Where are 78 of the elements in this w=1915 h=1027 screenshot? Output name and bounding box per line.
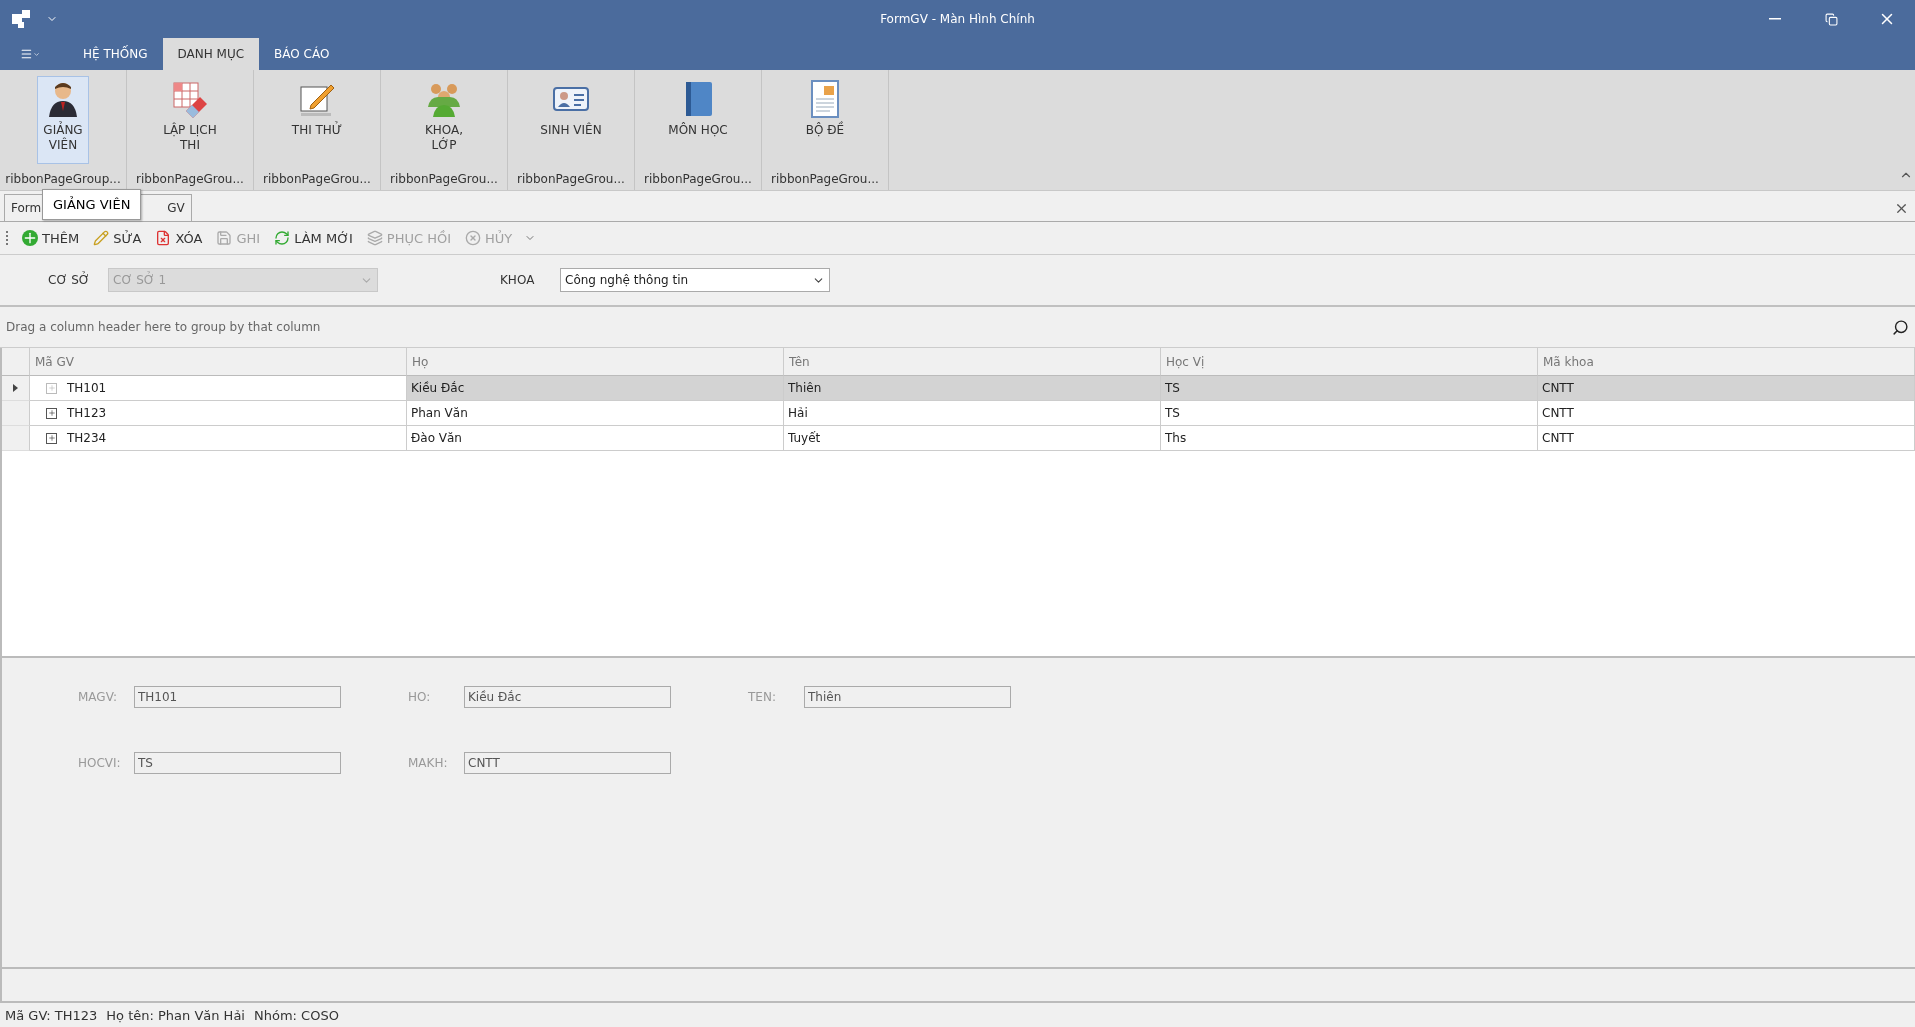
table-cell: CNTT — [1538, 376, 1915, 401]
ribbon-button[interactable]: MÔN HỌC — [662, 76, 734, 164]
toolbar-button[interactable]: SỬA — [91, 228, 144, 248]
app-logo-icon — [12, 10, 32, 28]
filter-label: KHOA — [500, 273, 536, 287]
tab-label: GV — [167, 201, 185, 215]
table-cell: Kiều Đắc — [407, 376, 784, 401]
group-caption: ribbonPageGrou... — [771, 172, 879, 186]
tab-label: Form — [11, 201, 42, 215]
toolbar-button[interactable]: LÀM MỚI — [272, 228, 355, 248]
table-cell: CNTT — [1538, 426, 1915, 451]
ribbon-button[interactable]: BỘ ĐỀ — [799, 76, 851, 164]
table-cell: Tuyết — [784, 426, 1161, 451]
column-header[interactable]: Học Vị — [1161, 348, 1538, 376]
input-field[interactable]: CNTT — [464, 752, 671, 774]
column-header[interactable]: Tên — [784, 348, 1161, 376]
cell-text: TH123 — [67, 406, 107, 420]
minimize-icon — [1769, 18, 1781, 20]
table-cell: Thiên — [784, 376, 1161, 401]
pencil-icon — [93, 230, 110, 246]
save-icon — [216, 230, 233, 246]
group-caption: ribbonPageGrou... — [390, 172, 498, 186]
field-label: HOCVI: — [78, 756, 122, 770]
field-label: MAKH: — [408, 756, 449, 770]
input-field[interactable]: Kiều Đắc — [464, 686, 671, 708]
ribbon-tab[interactable]: DANH MỤC — [162, 38, 260, 70]
ribbon-button[interactable]: KHOA, LỚP — [418, 76, 470, 164]
ribbon-tab[interactable]: HỆ THỐNG — [68, 38, 163, 70]
table-cell: Ths — [1161, 426, 1538, 451]
input-field[interactable]: TS — [134, 752, 341, 774]
current-row-icon — [13, 384, 18, 392]
group-caption: ribbonPageGrou... — [517, 172, 625, 186]
table-cell: Phan Văn — [407, 401, 784, 426]
restore-icon — [1824, 12, 1838, 26]
table-cell: TS — [1161, 376, 1538, 401]
refresh-icon — [274, 230, 291, 246]
cell-text: TH101 — [67, 381, 107, 395]
table-cell: Hải — [784, 401, 1161, 426]
status-text: Nhóm: COSO — [254, 1007, 339, 1023]
search-icon[interactable] — [1892, 318, 1909, 336]
layers-icon — [366, 230, 383, 246]
ribbon-button[interactable]: SINH VIÊN — [534, 76, 608, 164]
group-caption: ribbonPageGrou... — [136, 172, 244, 186]
column-header[interactable]: Mã khoa — [1538, 348, 1915, 376]
status-text: Mã GV: TH123 — [5, 1007, 98, 1023]
table-cell: CNTT — [1538, 401, 1915, 426]
toolbar-button[interactable]: THÊM — [20, 228, 82, 248]
close-icon — [1894, 201, 1909, 216]
ribbon-tab[interactable]: BÁO CÁO — [259, 38, 345, 70]
delete-document-icon — [155, 230, 172, 246]
column-header[interactable]: Họ — [407, 348, 784, 376]
group-caption: ribbonPageGrou... — [263, 172, 371, 186]
status-text: Họ tên: Phan Văn Hải — [106, 1007, 245, 1023]
cancel-icon — [465, 230, 482, 246]
expand-icon[interactable] — [46, 432, 57, 444]
column-header[interactable]: Mã GV — [30, 348, 407, 376]
cell-text: TH234 — [67, 431, 107, 445]
expand-icon[interactable] — [46, 407, 57, 419]
toolbar-button[interactable]: XÓA — [153, 228, 205, 248]
field-label: MAGV: — [78, 690, 118, 704]
group-caption: ribbonPageGroup... — [5, 172, 121, 186]
ribbon-button[interactable]: LẬP LỊCH THI — [157, 76, 223, 164]
group-hint: Drag a column header here to group by that column — [6, 320, 321, 334]
ribbon-button[interactable]: THI THỬ — [285, 76, 349, 164]
input-field[interactable]: TH101 — [134, 686, 341, 708]
table-cell: Đào Văn — [407, 426, 784, 451]
table-eraser-icon — [170, 79, 210, 119]
ribbon-button[interactable]: GIẢNG VIÊN — [37, 76, 89, 164]
field-label: TEN: — [748, 690, 777, 704]
window-title: FormGV - Màn Hình Chính — [880, 12, 1035, 26]
filter-label: CƠ SỞ — [48, 273, 91, 287]
field-label: HO: — [408, 690, 432, 704]
table-cell: TS — [1161, 401, 1538, 426]
tooltip: GIẢNG VIÊN — [42, 189, 142, 220]
group-caption: ribbonPageGrou... — [644, 172, 752, 186]
input-field[interactable]: Thiên — [804, 686, 1011, 708]
combo-box[interactable]: Công nghệ thông tin — [560, 268, 830, 292]
add-icon — [22, 230, 38, 246]
